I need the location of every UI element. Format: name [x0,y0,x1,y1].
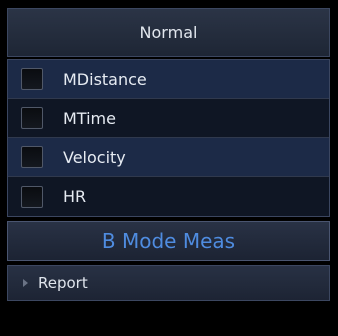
list-item-hr[interactable]: HR [8,177,329,216]
mdistance-checkbox[interactable] [21,68,43,90]
list-item-mdistance[interactable]: MDistance [8,60,329,99]
hr-checkbox[interactable] [21,185,43,208]
list-item-label: HR [63,187,87,206]
list-item-velocity[interactable]: Velocity [8,138,329,177]
b-mode-meas-label: B Mode Meas [101,229,236,253]
measurement-panel: Normal MDistance MTime Velocity HR B Mod… [7,8,330,301]
report-expander[interactable]: Report [7,265,330,301]
panel-title: Normal [139,23,198,42]
b-mode-meas-button[interactable]: B Mode Meas [7,221,330,261]
list-item-mtime[interactable]: MTime [8,99,329,138]
list-item-label: MDistance [63,69,147,89]
velocity-checkbox[interactable] [21,146,43,168]
panel-header: Normal [7,8,330,57]
list-item-label: MTime [63,108,116,128]
list-item-label: Velocity [63,147,126,167]
measurement-list: MDistance MTime Velocity HR [7,59,330,217]
triangle-right-icon [23,279,28,287]
report-label: Report [38,274,88,292]
mtime-checkbox[interactable] [21,107,43,129]
